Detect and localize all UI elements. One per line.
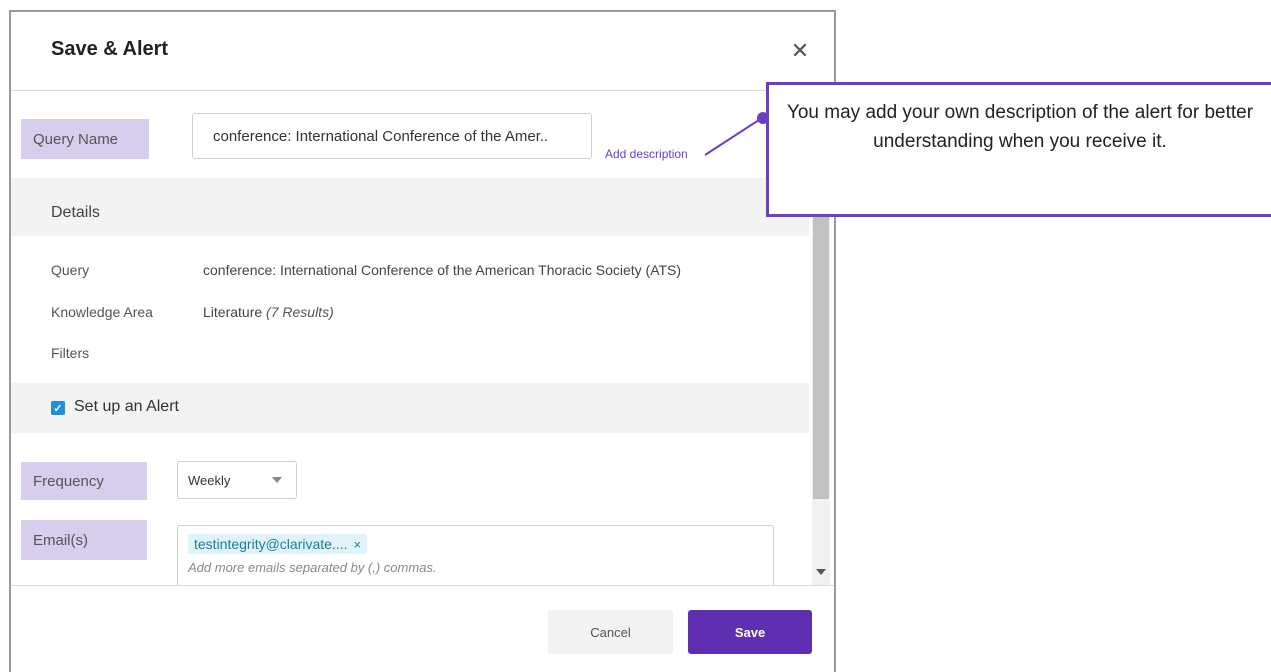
close-icon[interactable]: ✕ bbox=[787, 38, 813, 64]
remove-email-icon[interactable]: × bbox=[354, 537, 362, 552]
query-name-label: Query Name bbox=[21, 119, 149, 159]
save-alert-dialog: Save & Alert ✕ Query Name conference: In… bbox=[9, 10, 836, 672]
cancel-button[interactable]: Cancel bbox=[548, 610, 673, 654]
knowledge-area-label: Knowledge Area bbox=[51, 304, 153, 320]
filters-label: Filters bbox=[51, 345, 90, 361]
query-value: conference: International Conference of … bbox=[203, 262, 682, 278]
frequency-select[interactable]: Weekly bbox=[177, 461, 297, 499]
scrollbar-thumb[interactable] bbox=[813, 202, 829, 499]
frequency-label: Frequency bbox=[21, 462, 147, 500]
emails-label: Email(s) bbox=[21, 520, 147, 560]
query-label: Query bbox=[51, 262, 90, 278]
chevron-down-icon bbox=[272, 477, 282, 483]
emails-input[interactable]: testintegrity@clarivate.... × Add more e… bbox=[177, 525, 774, 585]
divider bbox=[11, 90, 834, 91]
query-name-input[interactable]: conference: International Conference of … bbox=[192, 113, 592, 159]
knowledge-area-value: Literature (7 Results) bbox=[203, 304, 334, 320]
annotation-callout: You may add your own description of the … bbox=[766, 82, 1271, 217]
email-chip-text: testintegrity@clarivate.... bbox=[194, 536, 348, 552]
set-up-alert-checkbox[interactable]: ✓ bbox=[51, 401, 65, 415]
dialog-title: Save & Alert bbox=[51, 38, 169, 60]
email-placeholder: Add more emails separated by (,) commas. bbox=[188, 560, 437, 575]
footer-divider bbox=[11, 585, 834, 586]
checkmark-icon: ✓ bbox=[53, 402, 63, 415]
add-description-link[interactable]: Add description bbox=[605, 147, 688, 161]
knowledge-area-text: Literature bbox=[203, 304, 263, 320]
set-up-alert-label: Set up an Alert bbox=[74, 398, 179, 415]
email-chip: testintegrity@clarivate.... × bbox=[188, 534, 368, 554]
scroll-down-icon[interactable] bbox=[816, 569, 826, 575]
save-button[interactable]: Save bbox=[688, 610, 812, 654]
result-count: (7 Results) bbox=[266, 304, 334, 320]
details-heading: Details bbox=[51, 204, 100, 221]
frequency-value: Weekly bbox=[188, 472, 231, 488]
details-section-header bbox=[11, 178, 809, 236]
